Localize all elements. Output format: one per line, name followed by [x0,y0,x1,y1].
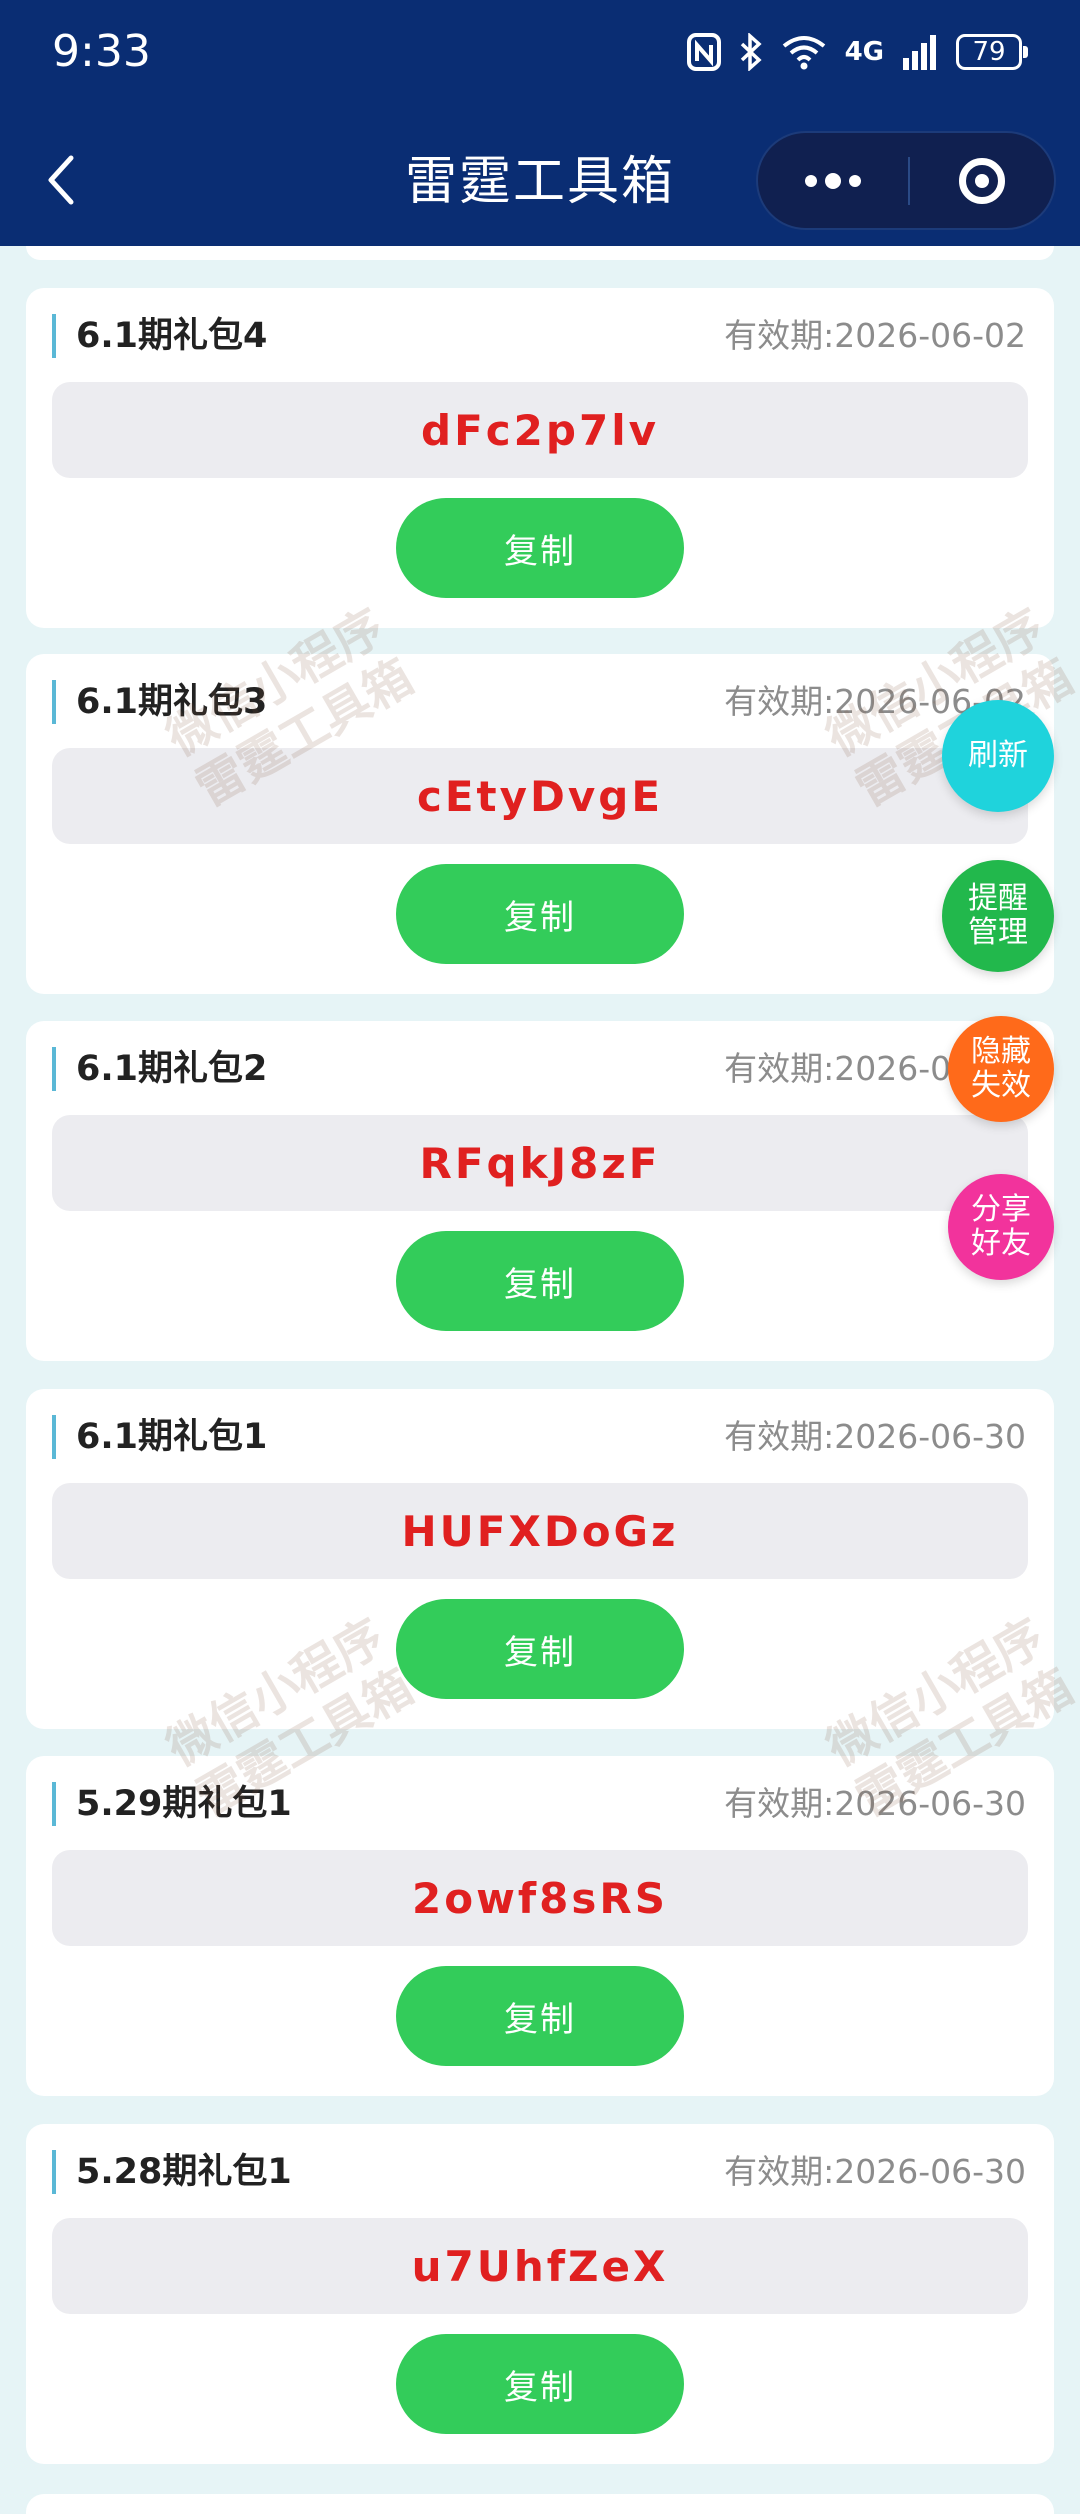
more-dots-icon-right [849,174,861,187]
gift-card: 6.1期礼包1 有效期:2026-06-30 HUFXDoGz 复制 [26,1389,1054,1729]
network-type-label: 4G [844,37,884,67]
gift-code[interactable]: RFqkJ8zF [52,1115,1028,1211]
gift-card: 5.28期礼包1 有效期:2026-06-30 u7UhfZeX 复制 [26,2124,1054,2464]
gift-code[interactable]: dFc2p7lv [52,382,1028,478]
gift-title: 6.1期礼包3 [52,680,267,724]
share-friends-button[interactable]: 分享好友 [948,1174,1054,1280]
copy-button[interactable]: 复制 [396,1966,684,2066]
gift-card: 6.1期礼包4 有效期:2026-06-02 dFc2p7lv 复制 [26,288,1054,628]
gift-expiry: 有效期:2026-06-30 [724,2152,1026,2191]
gift-title: 6.1期礼包2 [52,1047,267,1091]
reminder-manage-button[interactable]: 提醒管理 [942,860,1054,972]
wifi-icon [781,34,827,70]
copy-button[interactable]: 复制 [396,498,684,598]
gift-card: 5.29期礼包1 有效期:2026-06-30 2owf8sRS 复制 [26,1756,1054,2096]
copy-button[interactable]: 复制 [396,1231,684,1331]
nfc-icon [686,33,721,71]
gift-code[interactable]: u7UhfZeX [52,2218,1028,2314]
signal-icon [902,34,938,70]
card-peek-bottom [26,2494,1054,2514]
copy-button[interactable]: 复制 [396,2334,684,2434]
more-dots-icon-center [825,172,841,189]
gift-card: 6.1期礼包3 有效期:2026-06-02 cEtyDvgE 复制 [26,654,1054,994]
battery-level: 79 [972,37,1006,67]
gift-code[interactable]: HUFXDoGz [52,1483,1028,1579]
gift-expiry: 有效期:2026-06-30 [724,1417,1026,1456]
hide-expired-button[interactable]: 隐藏失效 [948,1016,1054,1122]
gift-code[interactable]: cEtyDvgE [52,748,1028,844]
gift-card: 6.1期礼包2 有效期:2026-06-30 RFqkJ8zF 复制 [26,1021,1054,1361]
more-menu-button[interactable] [758,133,908,228]
mini-program-capsule [756,131,1056,230]
gift-title: 6.1期礼包4 [52,314,267,358]
copy-button[interactable]: 复制 [396,1599,684,1699]
gift-code[interactable]: 2owf8sRS [52,1850,1028,1946]
bluetooth-icon [739,33,763,71]
gift-expiry: 有效期:2026-06-02 [724,316,1026,355]
gift-title: 5.29期礼包1 [52,1782,292,1826]
card-peek-top [26,246,1054,260]
app-header: 9:33 4G 79 雷霆工具箱 [0,0,1080,246]
target-icon [959,157,1005,204]
battery-icon: 79 [956,34,1028,70]
status-time: 9:33 [52,26,151,77]
more-dots-icon [805,174,817,187]
refresh-button[interactable]: 刷新 [942,700,1054,812]
status-icons: 4G 79 [686,28,1028,76]
gift-title: 5.28期礼包1 [52,2150,292,2194]
close-mini-program-button[interactable] [910,133,1054,228]
gift-expiry: 有效期:2026-06-30 [724,1784,1026,1823]
copy-button[interactable]: 复制 [396,864,684,964]
gift-title: 6.1期礼包1 [52,1415,267,1459]
